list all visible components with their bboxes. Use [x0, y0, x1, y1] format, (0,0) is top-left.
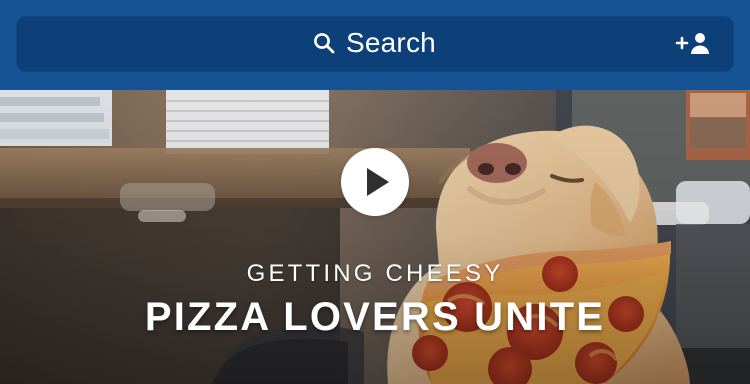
search-bar[interactable]: Search	[16, 16, 734, 72]
play-icon	[367, 168, 389, 196]
add-person-icon	[675, 33, 709, 54]
search-label: Search	[346, 27, 436, 58]
search-icon	[314, 33, 335, 54]
add-friend-button[interactable]	[674, 29, 714, 59]
story-title: PIZZA LOVERS UNITE	[144, 295, 606, 339]
top-bar: Search	[0, 0, 750, 90]
featured-story-card[interactable]: GETTING CHEESY PIZZA LOVERS UNITE	[0, 90, 750, 384]
search-center: Search	[312, 27, 436, 59]
story-kicker: GETTING CHEESY	[246, 260, 504, 287]
screen: Search GETTING CHEESY PIZZA LOVERS UNITE	[0, 0, 750, 384]
play-button[interactable]	[341, 148, 409, 216]
